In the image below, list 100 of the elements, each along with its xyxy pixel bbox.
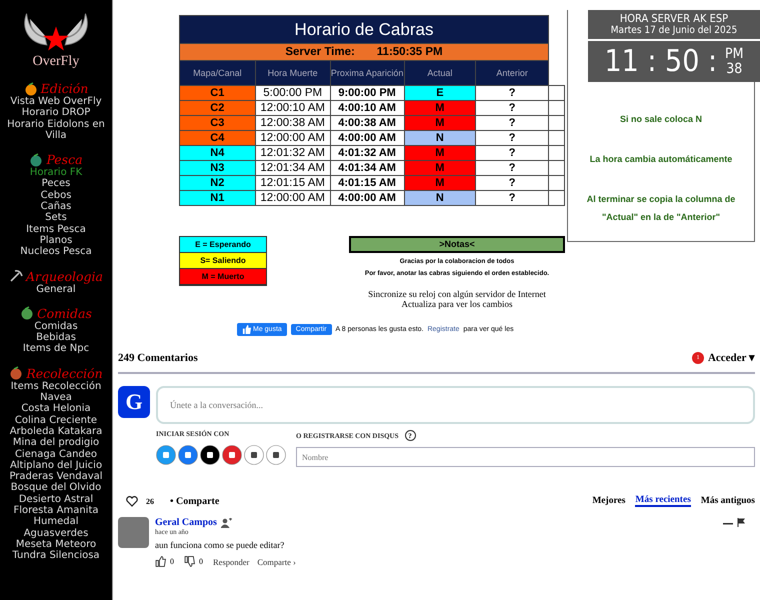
table-cell: C1	[180, 86, 256, 100]
sidebar-link[interactable]: Cañas	[40, 201, 72, 212]
clock-ampm: PM	[725, 46, 744, 62]
sidebar-link[interactable]: Items Pesca	[26, 224, 86, 235]
sidebar-link[interactable]: Bosque del Olvido	[10, 482, 102, 494]
table-cell: M	[404, 146, 476, 160]
legend-item: S= Saliendo	[180, 253, 266, 269]
table-cell: ?	[476, 176, 548, 190]
instruction-text: Si no sale coloca N	[618, 113, 704, 126]
table-cell: C4	[180, 130, 256, 146]
table-cell: ?	[476, 86, 548, 100]
clock-seconds: 38	[725, 62, 744, 76]
sync-text: Sincronize su reloj con algún servidor de Internet	[367, 289, 547, 299]
share-link[interactable]: Comparte ›	[257, 556, 296, 566]
table-cell: 4:00:00 AM	[330, 190, 404, 206]
table-cell: 12:01:34 AM	[255, 160, 330, 176]
sidebar-link[interactable]: Desierto Astral	[18, 494, 94, 506]
sidebar-link[interactable]: Colina Creciente	[14, 414, 98, 426]
sidebar-link[interactable]: Horario DROP	[22, 107, 90, 119]
legend-item: M = Muerto	[180, 269, 266, 285]
sidebar-link[interactable]: Peces	[42, 178, 70, 190]
login-link[interactable]: Acceder ▾	[708, 351, 755, 364]
pickaxe-icon	[9, 269, 24, 284]
flag-icon[interactable]	[737, 518, 745, 527]
login-icon[interactable]	[200, 445, 220, 465]
sidebar-link[interactable]: Cienaga Candeo	[14, 448, 98, 460]
name-input[interactable]: Nombre	[296, 447, 755, 467]
sidebar-link[interactable]: Sets	[45, 212, 67, 224]
reply-link[interactable]: Responder	[213, 556, 250, 566]
sidebar-link[interactable]: Nucleos Pesca	[20, 246, 92, 258]
sync-text: Actualiza para ver los cambios	[400, 299, 514, 309]
table-cell: 4:00:38 AM	[330, 116, 404, 130]
login-icon[interactable]	[244, 445, 264, 465]
share-link[interactable]: • Comparte	[170, 496, 220, 506]
follow-user-icon[interactable]	[220, 518, 232, 528]
sidebar-link[interactable]: Costa Helonia	[21, 403, 91, 415]
logo-text: OverFly	[32, 54, 80, 70]
table-cell: 4:01:34 AM	[330, 160, 404, 176]
table-cell: 12:00:00 AM	[255, 130, 330, 146]
clock-time: 11 : 50 :	[604, 44, 718, 79]
sidebar-link[interactable]: Humedal	[33, 516, 78, 528]
downvote-count: 0	[199, 557, 203, 566]
sidebar-link[interactable]: Planos	[40, 234, 72, 246]
column-header: Hora Muerte	[255, 60, 330, 86]
sidebar-link[interactable]: Aguasverdes	[24, 528, 88, 539]
table-cell: N2	[180, 176, 256, 190]
table-cell: C2	[180, 100, 256, 116]
sort-tab[interactable]: Mejores	[592, 496, 626, 506]
heart-icon[interactable]	[126, 496, 138, 506]
sidebar-link[interactable]: Tundra Silenciosa	[12, 550, 100, 562]
table-cell: 12:01:32 AM	[255, 146, 330, 160]
sidebar-link[interactable]: Items de Npc	[22, 343, 90, 355]
sidebar-link[interactable]: Arboleda Katakara	[10, 426, 102, 438]
thumbs-up-icon	[242, 325, 251, 334]
instruction-text: La hora cambia automáticamente	[588, 153, 734, 166]
sidebar-link[interactable]: Floresta Amanita	[13, 505, 98, 516]
table-cell: N1	[180, 190, 256, 206]
column-header: Proxima Aparición	[330, 60, 404, 86]
login-icon[interactable]	[266, 445, 286, 465]
section-title: Comidas	[37, 306, 92, 321]
sidebar-link[interactable]: Meseta Meteoro	[16, 538, 96, 550]
like-count: 26	[146, 496, 154, 506]
column-header: Actual	[404, 60, 476, 86]
photo-placeholder	[118, 517, 149, 548]
sidebar-link[interactable]: Bebidas	[36, 332, 76, 344]
sidebar-link[interactable]: Mina del prodigio	[12, 437, 100, 449]
notes-header: >Notas<	[349, 236, 565, 253]
thumbs-down-icon[interactable]	[184, 556, 195, 567]
comment-input[interactable]: Únete a la conversación...	[156, 386, 755, 424]
clock-date: Martes 17 de Junio del 2025	[588, 25, 760, 41]
section-title: Pesca	[46, 152, 83, 168]
author-link[interactable]: Geral Campos	[155, 517, 217, 528]
table-cell: 5:00:00 PM	[255, 86, 330, 100]
sidebar-link[interactable]: General	[36, 284, 76, 295]
sidebar-link[interactable]: Altiplano del Juicio	[10, 460, 102, 472]
sidebar-link[interactable]: Comidas	[34, 320, 78, 332]
table-cell: 4:00:10 AM	[330, 100, 404, 116]
table-cell: 9:00:00 PM	[330, 86, 404, 100]
sidebar-link[interactable]: Cebos	[40, 190, 72, 202]
table-cell: M	[404, 116, 476, 130]
thumbs-up-icon[interactable]	[155, 556, 166, 567]
table-cell: 12:01:15 AM	[255, 176, 330, 190]
sort-tab[interactable]: Más recientes	[635, 495, 691, 507]
table-cell: ?	[476, 146, 548, 160]
sidebar-link[interactable]: Horario FK	[30, 167, 82, 178]
instruction-text: Al terminar se copia la columna de "Actual" en la de "Anterior"	[586, 193, 736, 224]
table-cell: ?	[476, 116, 548, 130]
sidebar-link[interactable]: Praderas Vendaval	[9, 471, 103, 482]
comment-text: aun funciona como se puede editar?	[155, 540, 286, 550]
table-cell: M	[404, 160, 476, 176]
sidebar-link[interactable]: Horario Eidolons en Villa	[0, 118, 112, 142]
table-cell: 4:01:15 AM	[330, 176, 404, 190]
sidebar-link[interactable]: Items Recolección	[10, 380, 102, 392]
section-title: Edición	[40, 81, 88, 96]
table-cell: M	[404, 100, 476, 116]
collapse-icon[interactable]	[723, 520, 733, 524]
sidebar-link[interactable]: Navea	[40, 392, 72, 404]
server-time-label: Server Time:	[285, 46, 355, 58]
sidebar-link[interactable]: Vista Web OverFly	[10, 96, 102, 108]
sort-tab[interactable]: Más antiguos	[700, 496, 755, 506]
